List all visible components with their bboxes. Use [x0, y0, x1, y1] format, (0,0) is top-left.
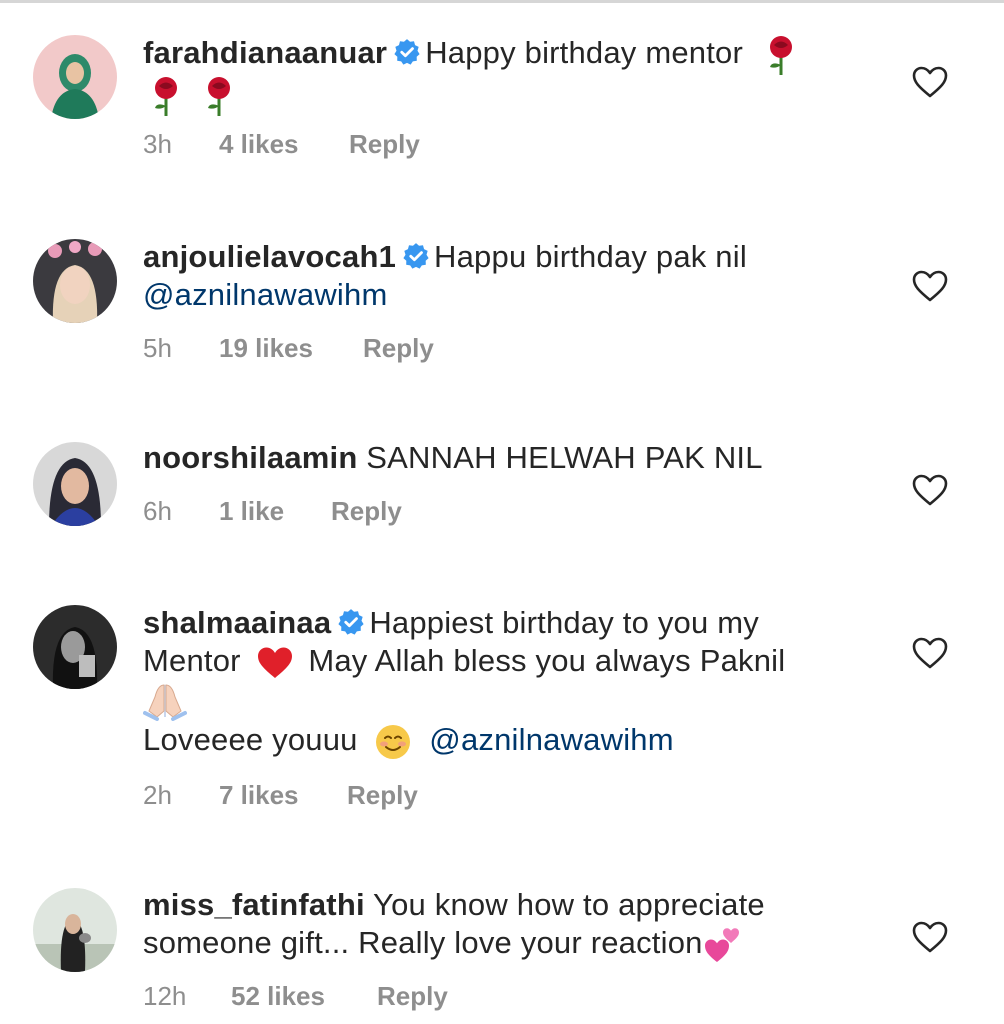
likes-count[interactable]: 7 likes [219, 779, 347, 811]
mention-link[interactable]: @aznilnawawihm [143, 276, 843, 314]
comment-text: You know how to appreciate [373, 887, 765, 922]
comment-username[interactable]: shalmaainaa [143, 605, 331, 640]
smiling-face-emoji [376, 724, 411, 759]
reply-button[interactable]: Reply [377, 980, 448, 1012]
reply-button[interactable]: Reply [347, 779, 418, 811]
comment-text: someone gift... Really love your reactio… [143, 925, 703, 960]
avatar[interactable] [33, 35, 117, 119]
comment-text: Happiest birthday to you my [369, 605, 759, 640]
heart-outline-icon[interactable] [911, 636, 949, 670]
comment-text: Happy birthday mentor [425, 35, 744, 70]
red-heart-emoji [257, 647, 292, 678]
top-divider [0, 0, 1004, 3]
likes-count[interactable]: 19 likes [219, 332, 363, 364]
avatar[interactable] [33, 888, 117, 972]
heart-outline-icon[interactable] [911, 269, 949, 303]
verified-badge-icon [403, 243, 429, 269]
avatar[interactable] [33, 239, 117, 323]
avatar[interactable] [33, 442, 117, 526]
mention-link[interactable]: @aznilnawawihm [429, 722, 673, 757]
heart-outline-icon[interactable] [911, 920, 949, 954]
rose-emoji [769, 35, 792, 75]
likes-count[interactable]: 4 likes [219, 128, 349, 160]
comment-text: Mentor [143, 643, 241, 678]
heart-outline-icon[interactable] [911, 65, 949, 99]
verified-badge-icon [338, 609, 364, 635]
comment-time: 12h [143, 981, 187, 1011]
comment-time: 6h [143, 496, 172, 526]
reply-button[interactable]: Reply [349, 128, 420, 160]
likes-count[interactable]: 1 like [219, 495, 331, 527]
verified-badge-icon [394, 39, 420, 65]
rose-emoji [207, 76, 230, 116]
comment-text: Loveeee youuu [143, 721, 358, 757]
two-hearts-emoji [704, 928, 739, 962]
likes-count[interactable]: 52 likes [231, 980, 377, 1012]
comment-time: 2h [143, 780, 172, 810]
comment-time: 3h [143, 129, 172, 159]
comment-text: SANNAH HELWAH PAK NIL [366, 440, 763, 475]
folded-hands-emoji [143, 684, 187, 721]
avatar[interactable] [33, 605, 117, 689]
reply-button[interactable]: Reply [331, 495, 402, 527]
comment-username[interactable]: farahdianaanuar [143, 35, 387, 70]
reply-button[interactable]: Reply [363, 332, 434, 364]
comment-username[interactable]: noorshilaamin [143, 440, 357, 475]
comment-time: 5h [143, 333, 172, 363]
comment-text: May Allah bless you always Paknil [308, 643, 786, 678]
comment-username[interactable]: anjoulielavocah1 [143, 239, 396, 274]
heart-outline-icon[interactable] [911, 473, 949, 507]
comment-username[interactable]: miss_fatinfathi [143, 887, 365, 922]
comment-text: Happu birthday pak nil [434, 239, 747, 274]
rose-emoji [155, 76, 177, 116]
